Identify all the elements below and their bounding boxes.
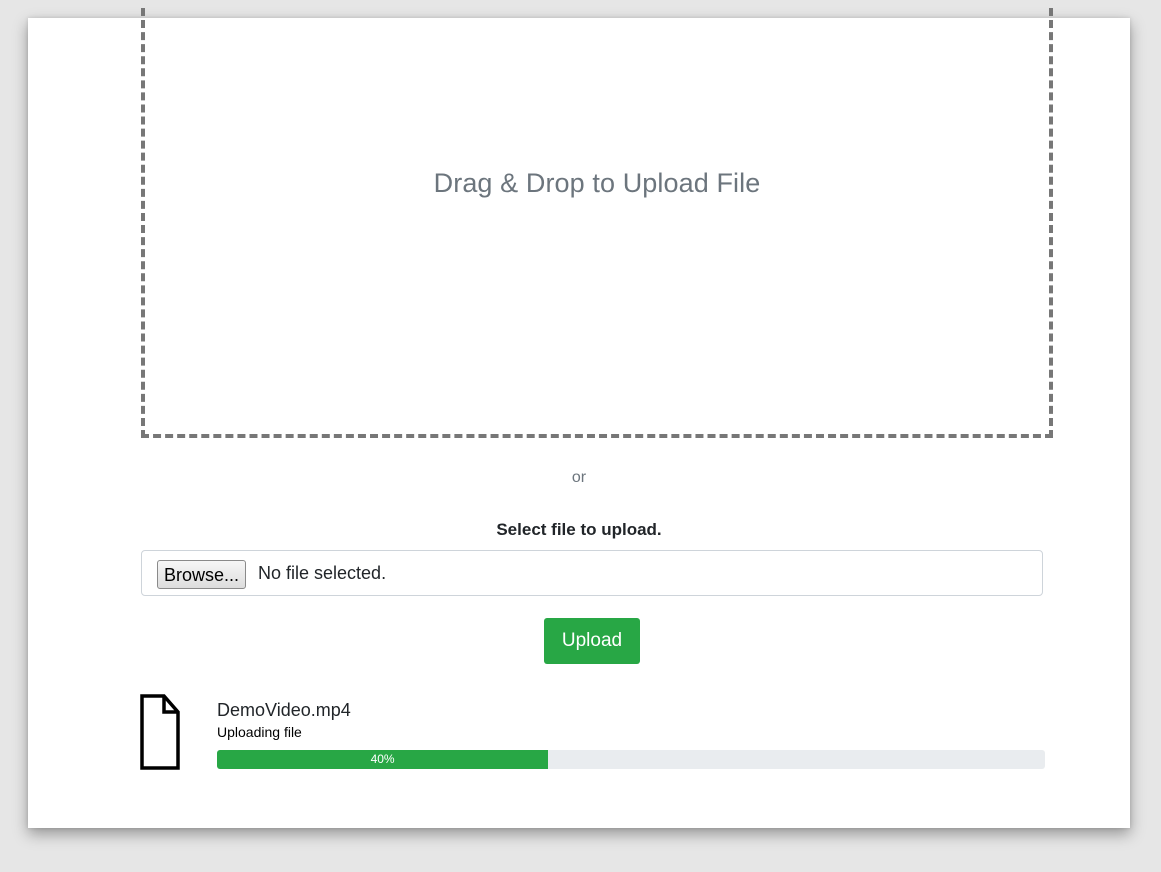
upload-button[interactable]: Upload (544, 618, 640, 664)
drop-zone[interactable]: Drag & Drop to Upload File (141, 8, 1053, 438)
or-separator: or (571, 469, 587, 486)
browse-button[interactable]: Browse... (157, 560, 247, 589)
upload-progress-bar: 40% (217, 750, 549, 769)
file-input[interactable]: Browse... No file selected. (141, 550, 1043, 596)
upload-file-name: DemoVideo.mp4 (217, 700, 351, 720)
upload-card: Drag & Drop to Upload File or Select fil… (28, 8, 1130, 828)
select-file-label: Select file to upload. (496, 520, 662, 539)
drop-zone-text: Drag & Drop to Upload File (433, 168, 761, 198)
file-icon (140, 694, 180, 770)
file-status-text: No file selected. (258, 563, 387, 583)
upload-status-text: Uploading file (217, 724, 302, 740)
upload-progress-track: 40% (217, 750, 1045, 769)
